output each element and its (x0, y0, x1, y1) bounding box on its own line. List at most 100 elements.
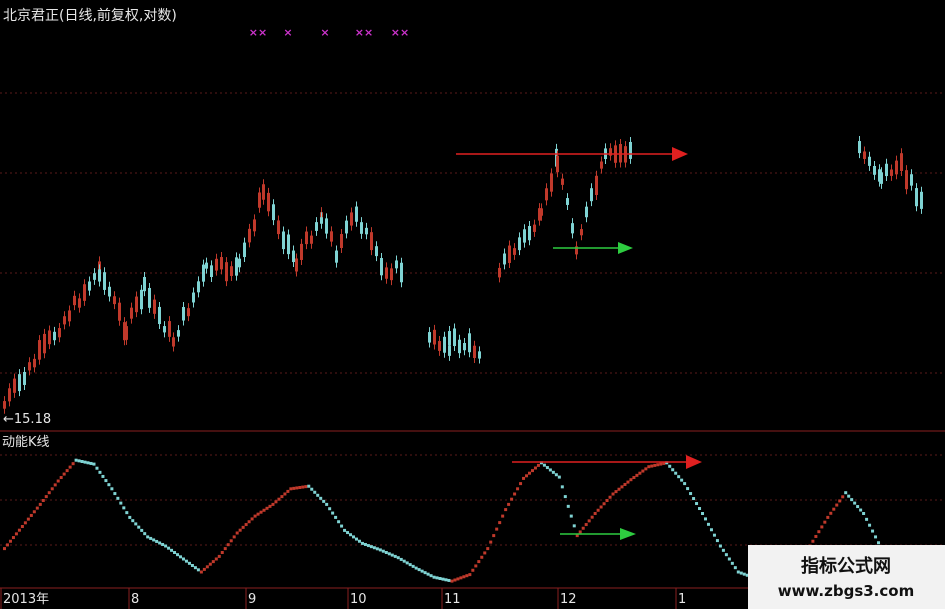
candle-body (858, 141, 861, 154)
candle-body (473, 345, 476, 359)
indicator-point (695, 502, 699, 506)
indicator-point (718, 544, 722, 548)
indicator-point (187, 561, 191, 565)
indicator-point (176, 553, 180, 557)
indicator-point (369, 545, 373, 549)
indicator-point (41, 499, 45, 502)
candle-body (53, 331, 56, 341)
candle-body (83, 284, 86, 301)
candle-body (915, 188, 918, 207)
candle-body (595, 175, 598, 195)
indicator-point (462, 575, 466, 579)
indicator-point (530, 469, 534, 473)
indicator-point (77, 459, 81, 463)
indicator-point (352, 535, 356, 539)
indicator-point (545, 466, 549, 470)
candle-body (78, 298, 81, 308)
indicator-point (644, 467, 648, 471)
indicator-point (256, 512, 260, 516)
indicator-point (271, 502, 275, 506)
indicator-point (283, 492, 287, 496)
indicator-point (331, 511, 335, 515)
x-tick-label: 12 (560, 592, 577, 607)
indicator-point (653, 463, 657, 467)
indicator-point (146, 535, 150, 539)
indicator-point (656, 463, 660, 467)
candle-body (153, 299, 156, 314)
candle-body (172, 337, 175, 347)
indicator-point (826, 515, 830, 519)
indicator-point (14, 532, 18, 536)
candle-body (187, 308, 190, 317)
indicator-point (304, 485, 308, 489)
indicator-point (596, 508, 600, 512)
indicator-point (659, 462, 663, 466)
indicator-point (259, 510, 263, 514)
indicator-point (611, 492, 615, 496)
indicator-point (617, 487, 621, 491)
indicator-point (548, 468, 552, 472)
indicator-point (441, 577, 445, 581)
indicator-point (850, 498, 854, 502)
indicator-point (143, 532, 147, 536)
indicator-point (557, 475, 561, 479)
indicator-point (322, 499, 326, 503)
indicator-point (5, 543, 9, 547)
indicator-point (220, 551, 224, 554)
indicator-point (307, 484, 311, 488)
indicator-point (730, 561, 734, 565)
indicator-point (533, 466, 537, 470)
candle-body (523, 229, 526, 243)
indicator-point (181, 557, 185, 561)
indicator-point (468, 573, 472, 577)
candle-body (325, 218, 328, 234)
indicator-point (733, 566, 737, 570)
indicator-point (721, 548, 725, 552)
indicator-point (190, 564, 194, 567)
candle-body (140, 289, 143, 310)
indicator-point (214, 557, 218, 561)
indicator-point (450, 579, 454, 583)
indicator-point (447, 578, 451, 582)
indicator-point (862, 512, 866, 515)
indicator-point (501, 514, 505, 518)
indicator-point (590, 515, 594, 519)
candle-body (192, 292, 195, 303)
candle-body (448, 331, 451, 345)
indicator-point (50, 487, 54, 491)
x-tick-label: 11 (444, 592, 461, 607)
candle-body (177, 330, 180, 337)
candle-body (230, 266, 233, 276)
indicator-point (125, 511, 129, 515)
indicator-point (504, 508, 508, 512)
indicator-point (196, 568, 200, 572)
indicator-point (8, 539, 12, 543)
candle-body (890, 169, 893, 176)
indicator-point (551, 470, 555, 474)
indicator-point (26, 517, 30, 521)
indicator-point (519, 482, 523, 486)
candle-body (113, 296, 116, 305)
indicator-point (593, 512, 597, 515)
indicator-point (483, 551, 487, 555)
candle-body (28, 362, 31, 371)
indicator-point (865, 517, 869, 521)
indicator-point (811, 539, 815, 543)
candle-body (619, 144, 622, 163)
indicator-point (602, 502, 606, 506)
indicator-point (847, 494, 851, 498)
indicator-point (868, 523, 872, 527)
indicator-point (167, 546, 171, 550)
indicator-point (874, 535, 878, 539)
indicator-point (677, 475, 681, 479)
indicator-point (274, 500, 278, 504)
indicator-point (838, 499, 842, 503)
indicator-point (393, 554, 397, 558)
indicator-point (262, 508, 266, 512)
indicator-point (623, 482, 627, 486)
candle-body (282, 231, 285, 250)
candle-body (125, 326, 128, 340)
indicator-point (155, 539, 159, 543)
indicator-point (399, 557, 403, 561)
candle-body (920, 191, 923, 209)
